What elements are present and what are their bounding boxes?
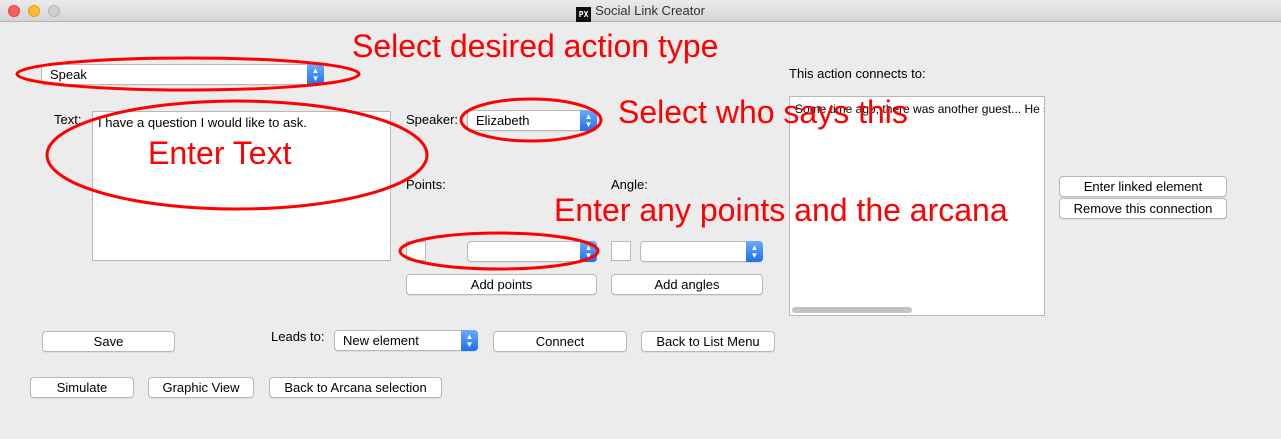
points-highlight-ellipse	[398, 231, 600, 271]
annotation-enter-text: Enter Text	[148, 135, 292, 171]
annotation-points: Enter any points and the arcana	[554, 192, 1008, 228]
annotation-action-type: Select desired action type	[352, 28, 719, 64]
annotation-speaker: Select who says this	[618, 94, 908, 130]
action-type-highlight-ellipse	[15, 56, 361, 92]
speaker-highlight-ellipse	[459, 97, 603, 143]
